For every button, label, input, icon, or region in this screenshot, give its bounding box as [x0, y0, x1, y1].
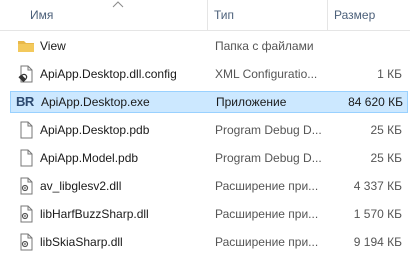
file-name: av_libglesv2.dll: [40, 179, 122, 193]
file-row[interactable]: libSkiaSharp.dll Расширение при... 9 194 К…: [0, 231, 410, 253]
file-size: 4 337 КБ: [353, 179, 402, 193]
column-header-name[interactable]: Имя: [30, 0, 53, 30]
app-badge-text: BR: [16, 94, 34, 109]
file-row[interactable]: ApiApp.Desktop.dll.config XML Configurati…: [0, 63, 410, 85]
file-type: Расширение при...: [215, 179, 319, 193]
file-type: Program Debug D...: [215, 123, 322, 137]
column-header-type[interactable]: Тип: [214, 0, 234, 30]
file-size: 9 194 КБ: [353, 235, 402, 249]
file-name: libHarfBuzzSharp.dll: [40, 207, 149, 221]
file-row[interactable]: View Папка с файлами: [0, 35, 410, 57]
document-icon: [17, 121, 35, 139]
file-size: 25 КБ: [370, 123, 402, 137]
file-name: ApiApp.Desktop.pdb: [40, 123, 150, 137]
sort-up-icon[interactable]: [111, 0, 125, 8]
column-header-size[interactable]: Размер: [334, 0, 375, 30]
file-type: Приложение: [216, 95, 287, 109]
folder-icon: [17, 37, 35, 55]
document-icon: [17, 149, 35, 167]
dll-icon: [17, 177, 35, 195]
file-row[interactable]: ApiApp.Desktop.pdb Program Debug D... 25 К…: [0, 119, 410, 141]
file-name: View: [40, 39, 66, 53]
config-file-icon: [17, 65, 35, 83]
file-size: 1 570 КБ: [353, 207, 402, 221]
file-name: libSkiaSharp.dll: [40, 235, 123, 249]
file-row[interactable]: av_libglesv2.dll Расширение при... 4 337 К…: [0, 175, 410, 197]
file-name: ApiApp.Model.pdb: [40, 151, 139, 165]
file-type: Program Debug D...: [215, 151, 322, 165]
file-size: 1 КБ: [377, 67, 402, 81]
column-divider[interactable]: [207, 0, 208, 30]
file-type: Папка с файлами: [215, 39, 314, 53]
file-row[interactable]: libHarfBuzzSharp.dll Расширение при... 1 5…: [0, 203, 410, 225]
file-type: XML Configuratio...: [215, 67, 318, 81]
file-type: Расширение при...: [215, 235, 319, 249]
file-name: ApiApp.Desktop.exe: [41, 95, 150, 109]
file-row[interactable]: BR ApiApp.Desktop.exe Приложение 84 620 КБ: [10, 91, 408, 113]
file-size: 25 КБ: [370, 151, 402, 165]
dll-icon: [17, 233, 35, 251]
column-header-bar: Имя Тип Размер: [0, 0, 410, 31]
app-br-icon: BR: [16, 93, 34, 111]
file-type: Расширение при...: [215, 207, 319, 221]
file-size: [330, 35, 402, 57]
file-size: 84 620 КБ: [348, 95, 403, 109]
file-name: ApiApp.Desktop.dll.config: [40, 67, 177, 81]
column-divider[interactable]: [327, 0, 328, 30]
dll-icon: [17, 205, 35, 223]
file-row[interactable]: ApiApp.Model.pdb Program Debug D... 25 КБ: [0, 147, 410, 169]
